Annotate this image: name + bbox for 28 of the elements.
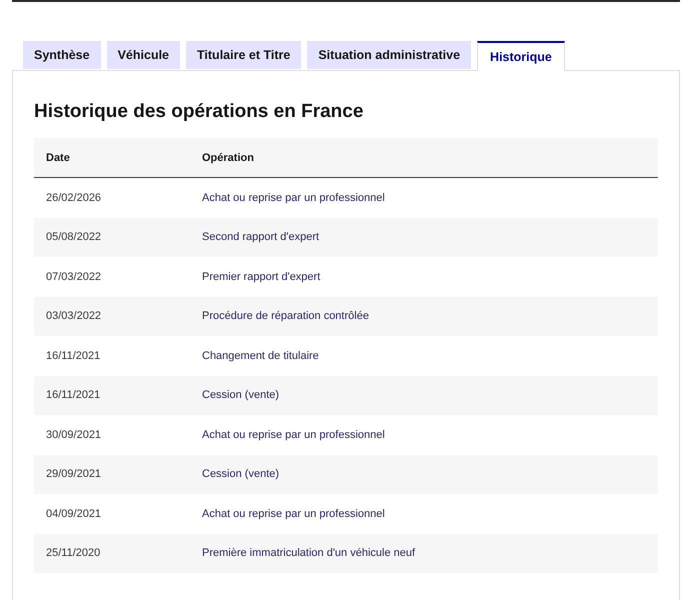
tab[interactable]: Titulaire et Titre [186,41,302,69]
tab[interactable]: Historique [477,41,565,71]
date-cell: 05/08/2022 [34,218,190,257]
operation-cell: Achat ou reprise par un professionnel [190,415,658,454]
operation-cell: Procédure de réparation contrôlée [190,296,658,336]
date-cell: 16/11/2021 [34,376,190,415]
operation-cell: Première immatriculation d'un véhicule neuf [190,534,658,573]
column-header: Date [34,138,190,178]
tab[interactable]: Véhicule [106,41,180,69]
operation-cell: Cession (vente) [190,376,658,415]
operation-cell: Changement de titulaire [190,336,658,376]
date-cell: 30/09/2021 [34,415,190,454]
date-cell: 25/11/2020 [34,534,190,573]
operation-cell: Achat ou reprise par un professionnel [190,494,658,534]
operation-cell: Premier rapport d'expert [190,257,658,296]
operation-cell: Achat ou reprise par un professionnel [190,178,658,218]
operation-cell: Cession (vente) [190,454,658,494]
date-cell: 26/02/2026 [34,178,190,218]
operation-cell: Second rapport d'expert [190,218,658,257]
date-cell: 07/03/2022 [34,257,190,296]
column-header: Opération [190,138,658,178]
section-title: Historique des opérations en France [34,100,364,124]
date-cell: 04/09/2021 [34,494,190,534]
date-cell: 03/03/2022 [34,296,190,336]
tab[interactable]: Synthèse [23,41,101,69]
date-cell: 29/09/2021 [34,454,190,494]
tab[interactable]: Situation administrative [307,41,472,69]
date-cell: 16/11/2021 [34,336,190,376]
